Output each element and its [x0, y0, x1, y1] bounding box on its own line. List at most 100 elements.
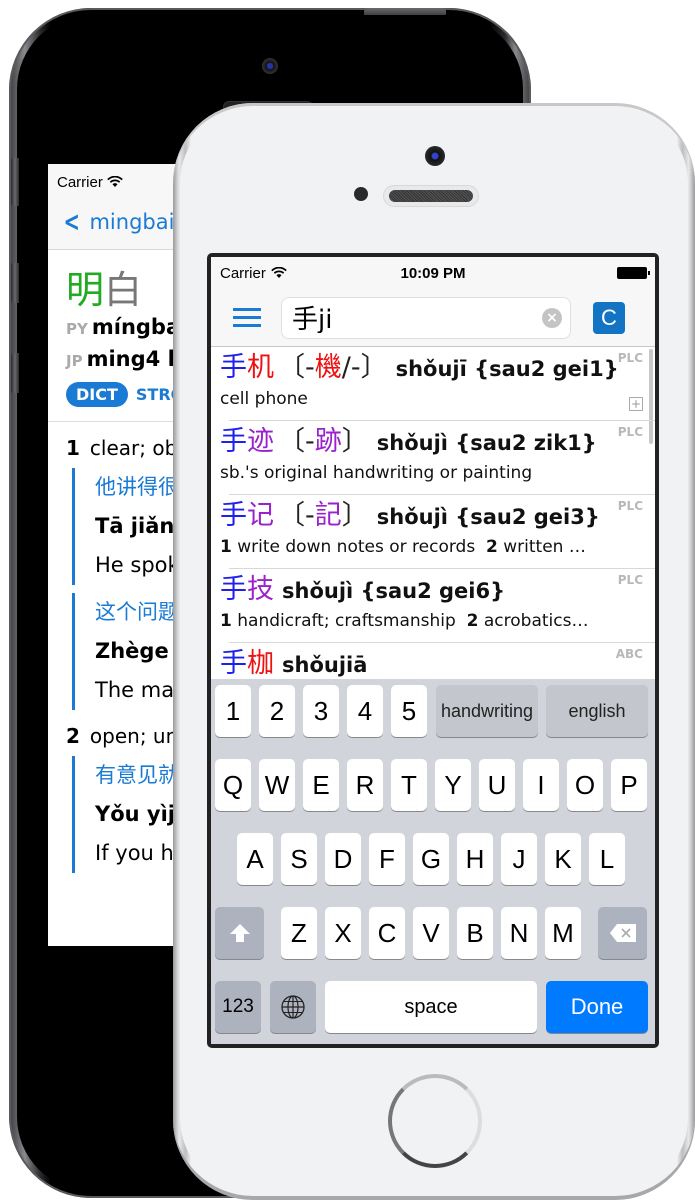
search-input[interactable]	[292, 302, 542, 333]
hamburger-line	[233, 324, 261, 327]
key-d[interactable]: D	[325, 833, 361, 885]
hanzi-char: 明	[66, 268, 105, 312]
traditional-part: 〔-	[278, 426, 315, 457]
character-mode-button[interactable]: C	[593, 301, 625, 334]
numbers-key[interactable]: 123	[215, 981, 261, 1033]
key-w[interactable]: W	[259, 759, 295, 811]
key-e[interactable]: E	[303, 759, 339, 811]
sense-number: 1	[220, 611, 232, 631]
tone-key-5[interactable]: 5	[391, 685, 427, 737]
key-o[interactable]: O	[567, 759, 603, 811]
english-key[interactable]: english	[546, 685, 648, 737]
key-c[interactable]: C	[369, 907, 405, 959]
key-i[interactable]: I	[523, 759, 559, 811]
clear-search-button[interactable]: ×	[542, 307, 562, 328]
space-key[interactable]: space	[325, 981, 537, 1033]
definition-number: 1	[66, 436, 80, 460]
result-row[interactable]: 手迹〔-跡〕 shǒujì {sau2 zik1} sb.'s original h…	[211, 421, 655, 495]
pinyin-reading: shǒujì {sau2 gei6}	[282, 579, 506, 603]
tone-key-2[interactable]: 2	[259, 685, 295, 737]
source-badge: ABC	[615, 647, 643, 661]
source-badge: PLC	[617, 573, 643, 587]
traditional-part: 〔-	[278, 500, 315, 531]
gloss: cell phone	[220, 386, 655, 412]
sense-text: acrobatics…	[483, 611, 589, 631]
key-g[interactable]: G	[413, 833, 449, 885]
traditional-part: 〔-	[278, 352, 315, 383]
entry-header: 明白 PYmíngbai JPming4 baak6 DICT STROKES	[48, 250, 178, 407]
key-k[interactable]: K	[545, 833, 581, 885]
key-f[interactable]: F	[369, 833, 405, 885]
hanzi-char: 迹	[247, 426, 274, 457]
chevron-left-icon[interactable]: <	[64, 205, 80, 238]
hamburger-icon	[233, 308, 261, 311]
key-x[interactable]: X	[325, 907, 361, 959]
expand-icon[interactable]: +	[629, 397, 643, 411]
tone-key-1[interactable]: 1	[215, 685, 251, 737]
tone-key-4[interactable]: 4	[347, 685, 383, 737]
key-t[interactable]: T	[391, 759, 427, 811]
pinyin-reading: shǒujì {sau2 gei3}	[376, 505, 600, 529]
key-a[interactable]: A	[237, 833, 273, 885]
delete-key[interactable]	[598, 907, 647, 959]
key-v[interactable]: V	[413, 907, 449, 959]
key-u[interactable]: U	[479, 759, 515, 811]
tab-dict[interactable]: DICT	[66, 382, 128, 407]
backspace-icon	[609, 924, 636, 942]
wifi-icon	[271, 267, 287, 278]
carrier-label: Carrier	[220, 264, 266, 282]
globe-icon	[281, 995, 305, 1019]
done-key[interactable]: Done	[546, 981, 648, 1033]
pronunciation-pinyin: PY míngbai	[66, 312, 178, 344]
result-row[interactable]: 手机〔-機/-〕 shǒujī {sau2 gei1} cell phone PLC +	[211, 347, 655, 421]
back-phone-screen: Carrier < mingbai 明白 PYmíngbai JPming4 b…	[48, 164, 178, 946]
key-j[interactable]: J	[501, 833, 537, 885]
results-list[interactable]: 手机〔-機/-〕 shǒujī {sau2 gei1} cell phone PLC +…	[211, 347, 655, 683]
traditional-part: /-〕	[341, 352, 388, 383]
key-p[interactable]: P	[611, 759, 647, 811]
handwriting-key[interactable]: handwriting	[436, 685, 538, 737]
hamburger-line	[233, 316, 261, 319]
traditional-form: 〔-跡〕	[278, 425, 369, 459]
shift-key[interactable]	[215, 907, 264, 959]
hanzi-char: 技	[247, 574, 274, 605]
pron-tag: JP	[66, 352, 83, 370]
result-row[interactable]: 手枷 shǒujiā ABC	[211, 643, 655, 683]
entry-hanzi: 明白	[66, 268, 178, 312]
key-y[interactable]: Y	[435, 759, 471, 811]
headword: 手迹〔-跡〕 shǒujì {sau2 zik1}	[220, 425, 655, 460]
back-navigation[interactable]: < mingbai	[48, 194, 178, 250]
menu-button[interactable]	[225, 298, 265, 338]
key-z[interactable]: Z	[281, 907, 317, 959]
result-row[interactable]: 手记〔-記〕 shǒujì {sau2 gei3} 1 write down not…	[211, 495, 655, 569]
key-b[interactable]: B	[457, 907, 493, 959]
status-time: 10:09 PM	[400, 264, 466, 282]
key-h[interactable]: H	[457, 833, 493, 885]
sense-number: 1	[220, 537, 232, 557]
key-l[interactable]: L	[589, 833, 625, 885]
key-q[interactable]: Q	[215, 759, 251, 811]
home-button[interactable]	[388, 1074, 482, 1168]
back-button-label[interactable]: mingbai	[89, 210, 174, 234]
key-m[interactable]: M	[545, 907, 581, 959]
volume-up-button	[11, 263, 19, 303]
pinyin-reading: shǒujiā	[282, 653, 368, 677]
key-n[interactable]: N	[501, 907, 537, 959]
source-badge: PLC	[617, 499, 643, 513]
traditional-part: 機	[314, 352, 342, 383]
carrier-label: Carrier	[57, 173, 103, 191]
result-row[interactable]: 手技 shǒujì {sau2 gei6} 1 handicraft; crafts…	[211, 569, 655, 643]
key-s[interactable]: S	[281, 833, 317, 885]
definition-text: clear; obvious	[89, 436, 178, 460]
example-english: If you have complaints, voice them openl…	[95, 841, 178, 865]
tone-key-3[interactable]: 3	[303, 685, 339, 737]
search-field[interactable]: ×	[281, 296, 571, 339]
headword: 手枷 shǒujiā	[220, 647, 655, 682]
front-camera-icon	[425, 146, 445, 166]
globe-key[interactable]	[270, 981, 316, 1033]
key-r[interactable]: R	[347, 759, 383, 811]
sense-number: 2	[486, 537, 498, 557]
proximity-sensor	[354, 187, 368, 201]
tab-strokes[interactable]: STROKES	[136, 385, 178, 404]
pron-value: míngbai	[91, 315, 178, 339]
